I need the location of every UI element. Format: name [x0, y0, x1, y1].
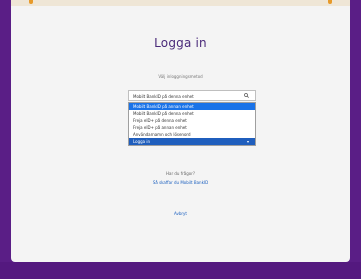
selected-value: Mobilt BankID på denna enhet [133, 94, 194, 99]
help-text: Har du frågor? [166, 171, 195, 176]
login-method-dropdown: Mobilt BankID på annan enhet Mobilt Bank… [128, 102, 256, 146]
bankid-help-link[interactable]: Så skaffar du Mobilt BankID [11, 180, 350, 185]
top-strip [11, 0, 350, 6]
dropdown-option-freja-other[interactable]: Freja eID+ på annan enhet [129, 124, 255, 131]
page-title: Logga in [154, 36, 207, 50]
login-method-label: Välj inloggningsmetod [158, 74, 203, 79]
window-frame: Logga in Välj inloggningsmetod Mobilt Ba… [0, 0, 361, 279]
login-method-select[interactable]: Mobilt BankID på denna enhet [128, 90, 256, 101]
dropdown-option-password[interactable]: Användarnamn och lösenord [129, 131, 255, 138]
dropdown-option-bankid-this[interactable]: Mobilt BankID på denna enhet [129, 110, 255, 117]
dropdown-footer[interactable]: Logga in ▾ [129, 138, 255, 145]
top-indicator-right [328, 0, 332, 4]
dropdown-footer-label: Logga in [133, 139, 151, 144]
login-card: Logga in Välj inloggningsmetod Mobilt Ba… [11, 0, 350, 262]
dropdown-option-bankid-other[interactable]: Mobilt BankID på annan enhet [129, 103, 255, 110]
back-link[interactable]: Avbryt [11, 211, 350, 216]
bottom-bar [0, 262, 361, 279]
chevron-down-icon: ▾ [246, 139, 249, 144]
top-indicator-left [29, 0, 33, 4]
search-icon [244, 93, 249, 98]
dropdown-option-freja-this[interactable]: Freja eID+ på denna enhet [129, 117, 255, 124]
